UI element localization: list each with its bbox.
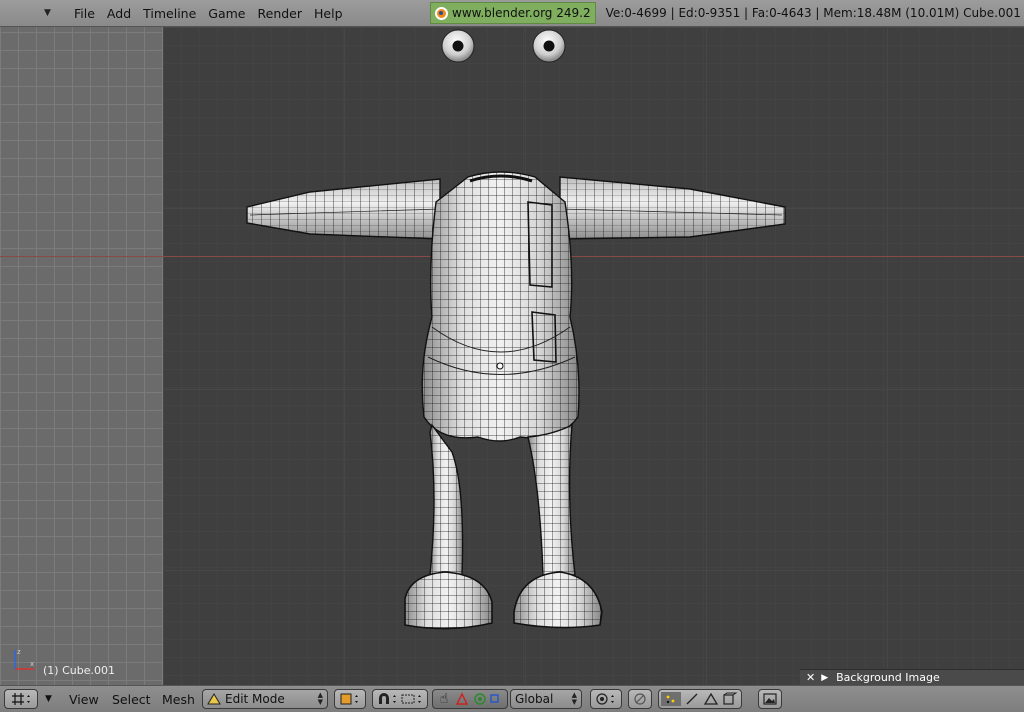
- menu-render[interactable]: Render: [252, 0, 309, 27]
- transform-orientation-select[interactable]: Global ▲ ▼: [510, 689, 582, 709]
- window-type-arrow-icon[interactable]: ▼: [44, 8, 58, 18]
- image-icon: [763, 693, 777, 705]
- axis-gizmo-icon: z x: [14, 648, 34, 670]
- selection-mode-group[interactable]: [658, 689, 742, 709]
- mesh-wireframe[interactable]: [0, 27, 1024, 685]
- edit-mode-icon: [207, 693, 221, 705]
- disabled-circle-icon: [634, 693, 646, 705]
- object-name-label: (1) Cube.001: [43, 664, 115, 677]
- eye-spheres: [441, 29, 566, 63]
- background-image-panel[interactable]: ✕ ▶ Background Image: [800, 669, 1024, 685]
- site-url: www.blender.org 249.2: [452, 6, 591, 20]
- manipulator-modes-icon: [456, 692, 499, 705]
- menu-file[interactable]: File: [68, 0, 101, 27]
- svg-text:x: x: [30, 660, 34, 668]
- grid-editor-icon: [12, 693, 30, 705]
- background-image-label: Background Image: [836, 671, 940, 684]
- close-icon[interactable]: ✕: [806, 671, 815, 684]
- blender-logo-icon: [435, 6, 448, 20]
- menu-view[interactable]: View: [69, 686, 99, 712]
- legs-mesh: [429, 423, 576, 576]
- render-preview-button[interactable]: [758, 689, 782, 709]
- mode-value: Edit Mode: [225, 692, 285, 706]
- menu-add[interactable]: Add: [101, 0, 137, 27]
- magnet-snap-icon: [379, 693, 421, 704]
- feet-mesh: [404, 571, 603, 630]
- pivot-snap-group[interactable]: [372, 689, 428, 709]
- editor-type-button[interactable]: [4, 689, 38, 709]
- collapse-menu-arrow-icon[interactable]: ▼: [45, 686, 52, 712]
- hand-manipulator-icon[interactable]: ☝: [440, 691, 449, 707]
- uv-button[interactable]: [628, 689, 652, 709]
- select-mode-icons: [661, 692, 738, 706]
- proportional-edit-icon: [596, 693, 614, 705]
- menu-help[interactable]: Help: [308, 0, 349, 27]
- info-header: ▼ File Add Timeline Game Render Help www…: [0, 0, 1024, 27]
- site-badge[interactable]: www.blender.org 249.2: [430, 2, 596, 24]
- menu-mesh[interactable]: Mesh: [162, 686, 195, 712]
- draw-type-icon: [340, 693, 358, 705]
- menu-timeline[interactable]: Timeline: [137, 0, 202, 27]
- 3d-viewport[interactable]: z x (1) Cube.001 ✕ ▶ Background Image: [0, 27, 1024, 685]
- body-mesh: [421, 171, 580, 442]
- svg-text:z: z: [17, 648, 21, 656]
- expand-triangle-icon[interactable]: ▶: [821, 673, 828, 683]
- orientation-value: Global: [515, 692, 554, 706]
- menu-game[interactable]: Game: [202, 0, 251, 27]
- draw-type-button[interactable]: [334, 689, 366, 709]
- menu-select[interactable]: Select: [112, 686, 151, 712]
- scene-stats: www.blender.org 249.2 Ve:0-4699 | Ed:0-9…: [430, 2, 1021, 24]
- 3d-view-header: ▼ View Select Mesh Edit Mode ▲ ▼ ☝ Globa…: [0, 685, 1024, 712]
- mode-select[interactable]: Edit Mode ▲ ▼: [202, 689, 328, 709]
- manipulator-group[interactable]: ☝: [432, 689, 508, 709]
- stats-readout: Ve:0-4699 | Ed:0-9351 | Fa:0-4643 | Mem:…: [605, 6, 1021, 20]
- orientation-arrows-icon: ▲ ▼: [571, 691, 577, 706]
- select-arrows-icon: ▲ ▼: [317, 691, 323, 706]
- proportional-edit-button[interactable]: [590, 689, 622, 709]
